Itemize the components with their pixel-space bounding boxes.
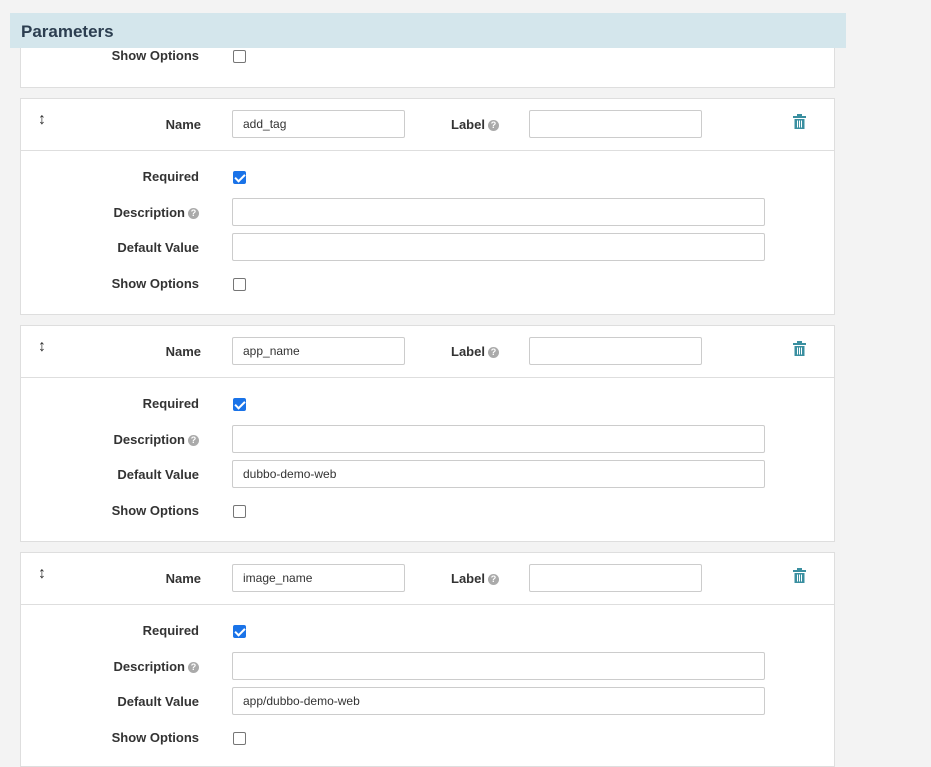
show-options-checkbox[interactable] — [233, 732, 246, 745]
show-options-checkbox[interactable] — [233, 505, 246, 518]
default-value-input[interactable] — [232, 233, 765, 261]
description-input[interactable] — [232, 198, 765, 226]
label-input[interactable] — [529, 110, 702, 138]
parameter-card-header: ↕ Name image_name Label? — [21, 553, 834, 605]
required-row: Required — [21, 616, 834, 646]
show-options-label: Show Options — [111, 48, 199, 63]
parameter-card-partial: Show Options — [20, 48, 835, 88]
description-input[interactable] — [232, 652, 765, 680]
default-value-row: Default Value dubbo-demo-web — [21, 460, 834, 490]
required-row: Required — [21, 389, 834, 419]
default-value-row: Default Value app/dubbo-demo-web — [21, 687, 834, 717]
show-options-label: Show Options — [111, 503, 199, 518]
trash-icon[interactable] — [793, 341, 806, 356]
required-label: Required — [142, 623, 199, 638]
trash-icon[interactable] — [793, 568, 806, 583]
parameter-card: ↕ Name add_tag Label? Required Descripti… — [20, 98, 835, 315]
label-label: Label? — [451, 326, 499, 377]
drag-handle-icon[interactable]: ↕ — [38, 338, 46, 356]
required-row: Required — [21, 162, 834, 192]
description-label: Description? — [113, 198, 199, 228]
description-label: Description? — [113, 425, 199, 455]
show-options-row: Show Options — [21, 41, 834, 71]
parameter-card-header: ↕ Name app_name Label? — [21, 326, 834, 378]
default-value-input[interactable]: app/dubbo-demo-web — [232, 687, 765, 715]
name-input[interactable]: app_name — [232, 337, 405, 365]
label-label: Label? — [451, 553, 499, 604]
name-input[interactable]: image_name — [232, 564, 405, 592]
default-value-row: Default Value — [21, 233, 834, 263]
show-options-row: Show Options — [21, 496, 834, 526]
show-options-checkbox[interactable] — [233, 278, 246, 291]
name-label: Name — [165, 344, 201, 359]
required-label: Required — [142, 169, 199, 184]
show-options-checkbox[interactable] — [233, 50, 246, 63]
description-input[interactable] — [232, 425, 765, 453]
parameter-card-header: ↕ Name add_tag Label? — [21, 99, 834, 151]
label-input[interactable] — [529, 337, 702, 365]
help-icon: ? — [188, 435, 199, 446]
parameter-card: ↕ Name image_name Label? Required Descri… — [20, 552, 835, 767]
show-options-label: Show Options — [111, 730, 199, 745]
required-checkbox[interactable] — [233, 625, 246, 638]
show-options-row: Show Options — [21, 723, 834, 753]
name-input[interactable]: add_tag — [232, 110, 405, 138]
help-icon: ? — [188, 662, 199, 673]
required-checkbox[interactable] — [233, 398, 246, 411]
default-value-label: Default Value — [117, 467, 199, 482]
default-value-input[interactable]: dubbo-demo-web — [232, 460, 765, 488]
help-icon: ? — [188, 208, 199, 219]
required-label: Required — [142, 396, 199, 411]
section-title: Parameters — [21, 22, 114, 41]
parameter-card: ↕ Name app_name Label? Required Descript… — [20, 325, 835, 542]
name-label: Name — [165, 571, 201, 586]
default-value-label: Default Value — [117, 240, 199, 255]
show-options-row: Show Options — [21, 269, 834, 299]
show-options-label: Show Options — [111, 276, 199, 291]
help-icon: ? — [487, 574, 499, 585]
description-row: Description? — [21, 425, 834, 455]
label-label: Label? — [451, 99, 499, 150]
description-row: Description? — [21, 198, 834, 228]
trash-icon[interactable] — [793, 114, 806, 129]
drag-handle-icon[interactable]: ↕ — [38, 565, 46, 583]
label-input[interactable] — [529, 564, 702, 592]
name-label: Name — [165, 117, 201, 132]
required-checkbox[interactable] — [233, 171, 246, 184]
default-value-label: Default Value — [117, 694, 199, 709]
help-icon: ? — [487, 120, 499, 131]
drag-handle-icon[interactable]: ↕ — [38, 111, 46, 129]
description-row: Description? — [21, 652, 834, 682]
description-label: Description? — [113, 652, 199, 682]
help-icon: ? — [487, 347, 499, 358]
